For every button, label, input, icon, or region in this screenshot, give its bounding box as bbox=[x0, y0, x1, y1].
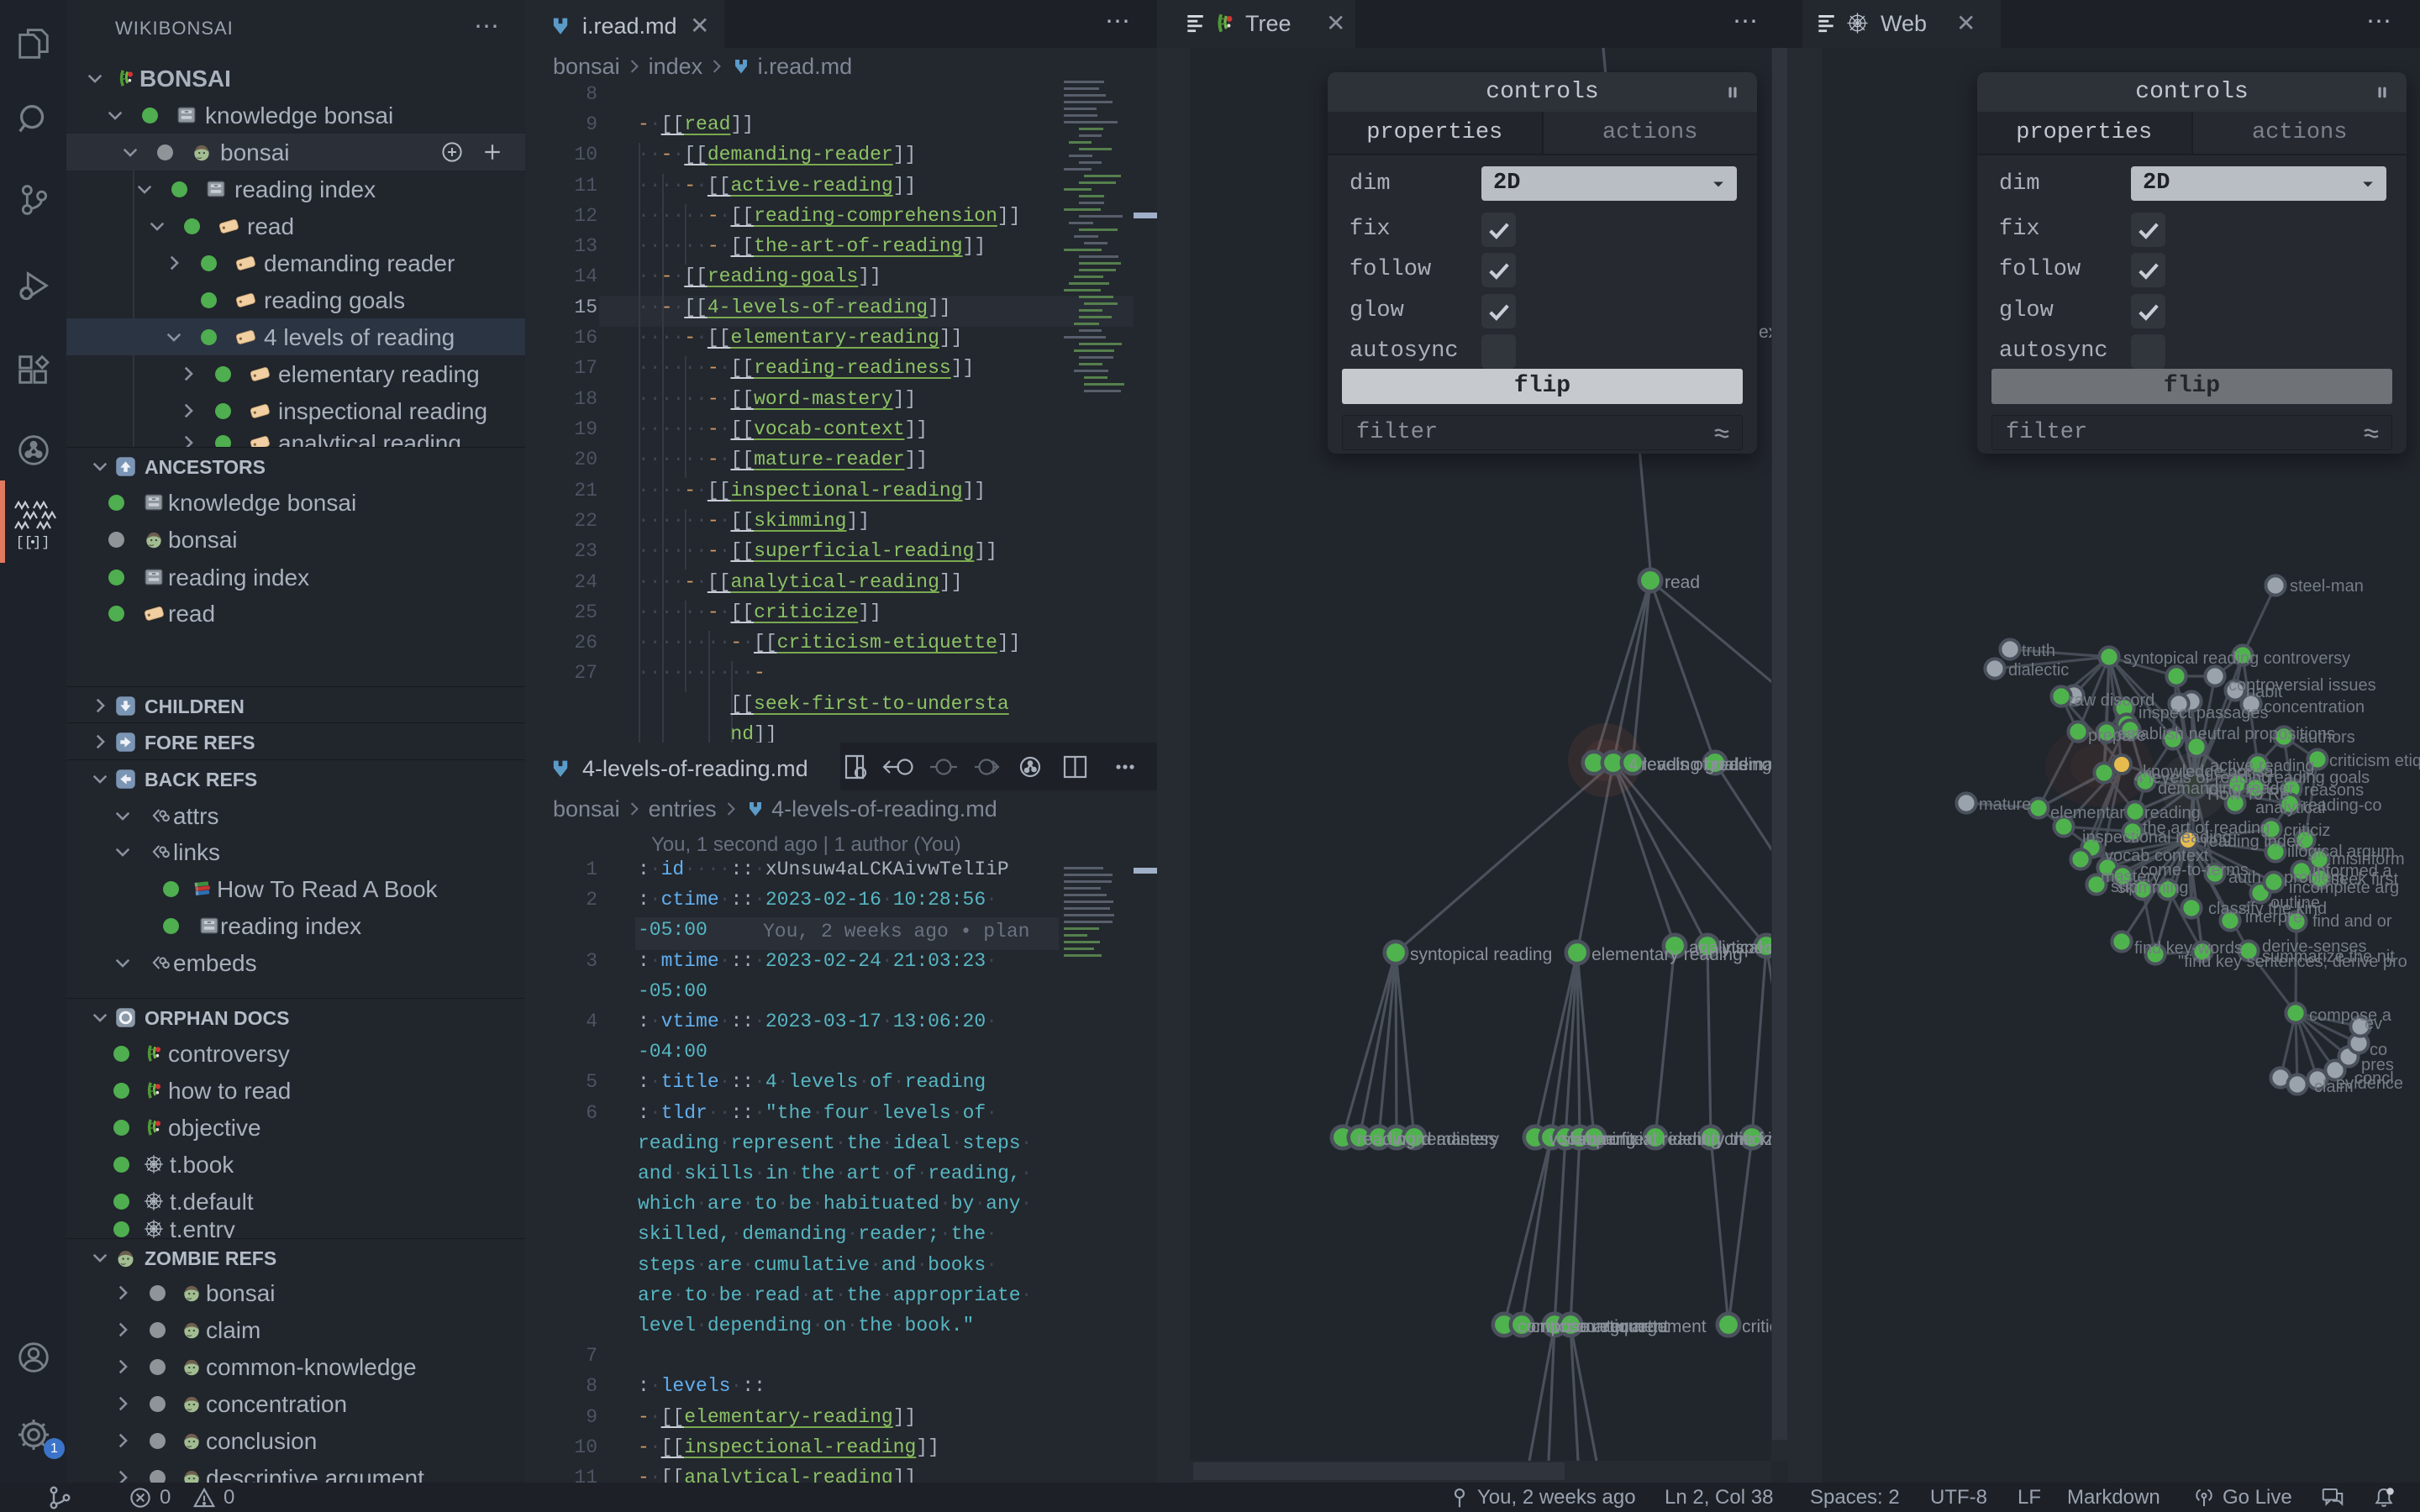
svg-text:sup: sup bbox=[2111, 878, 2138, 896]
svg-text:knowledge bonsai: knowledge bonsai bbox=[2143, 763, 2277, 781]
svg-text:concentration: concentration bbox=[2264, 698, 2365, 717]
svg-text:steel-man: steel-man bbox=[2290, 577, 2364, 596]
svg-text:word mastery: word mastery bbox=[1392, 1130, 1500, 1149]
svg-text:read: read bbox=[1665, 573, 1700, 592]
svg-text:criticism etiq: criticism etiq bbox=[2329, 752, 2420, 770]
svg-text:reading index: reading index bbox=[2203, 832, 2304, 851]
svg-text:inspectional read: inspectional read bbox=[1722, 938, 1771, 958]
svg-text:interpre: interpre bbox=[2245, 908, 2302, 927]
svg-text:criticism: criticism bbox=[1742, 1317, 1771, 1336]
svg-text:truth: truth bbox=[2022, 642, 2055, 660]
svg-text:ex: ex bbox=[1759, 323, 1771, 342]
svg-text:evidence: evidence bbox=[2336, 1074, 2403, 1093]
svg-text:authors: authors bbox=[2299, 728, 2355, 747]
svg-text:inspect passages: inspect passages bbox=[2139, 704, 2269, 722]
svg-text:ev: ev bbox=[2365, 1015, 2382, 1033]
svg-text:elementar: elementar bbox=[2050, 804, 2125, 822]
svg-text:syntopical reading controversy: syntopical reading controversy bbox=[2123, 649, 2350, 668]
svg-text:summarize the nit: summarize the nit bbox=[2262, 948, 2395, 966]
svg-text:demanding reader: demanding reader bbox=[1729, 755, 1771, 774]
svg-text:find and or: find and or bbox=[2312, 912, 2392, 931]
svg-text:mature: mature bbox=[1979, 795, 2031, 814]
svg-text:dialectic: dialectic bbox=[2008, 661, 2069, 680]
svg-text:auth: auth bbox=[2228, 869, 2261, 887]
svg-text:reading-co: reading-co bbox=[2302, 796, 2382, 815]
svg-text:criticize, desc: criticize, desc bbox=[1724, 1130, 1771, 1149]
svg-text:raw discord: raw discord bbox=[2069, 691, 2154, 710]
svg-text:syntopical reading: syntopical reading bbox=[1410, 945, 1552, 964]
svg-text:counter argument: counter argument bbox=[1568, 1317, 1707, 1336]
